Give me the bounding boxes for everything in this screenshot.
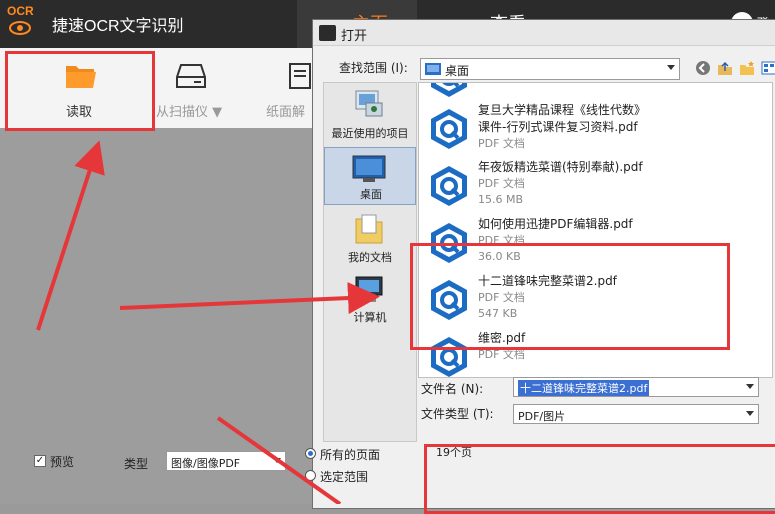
view-menu-icon[interactable] bbox=[761, 60, 775, 76]
type-label: 类型 bbox=[124, 457, 149, 471]
scanner-label: 从扫描仪 ▼ bbox=[156, 105, 223, 120]
my-documents-icon bbox=[355, 214, 383, 244]
lookin-label: 查找范围 (I): bbox=[339, 61, 408, 75]
paper-parse-label: 纸面解 bbox=[266, 105, 306, 120]
filename-input[interactable]: 十二道锋味完整菜谱2.pdf bbox=[513, 377, 759, 397]
back-icon[interactable] bbox=[695, 60, 711, 76]
file-item[interactable]: 年夜饭精选菜谱(特别奉献).pdf PDF 文档 15.6 MB bbox=[419, 158, 772, 215]
place-recent[interactable]: 最近使用的项目 bbox=[324, 85, 416, 143]
app-logo: OCR bbox=[7, 4, 34, 18]
place-desktop-label: 桌面 bbox=[360, 188, 382, 201]
dialog-title: 打开 bbox=[341, 29, 368, 44]
filetype-value: PDF/图片 bbox=[518, 410, 566, 423]
chevron-down-icon bbox=[667, 65, 675, 70]
computer-icon bbox=[355, 276, 383, 302]
chevron-down-icon bbox=[273, 458, 281, 463]
preview-label: 预览 bbox=[50, 455, 75, 469]
scanner-icon bbox=[176, 64, 206, 88]
file-size: 15.6 MB bbox=[478, 193, 524, 206]
filetype-dropdown[interactable]: PDF/图片 bbox=[513, 404, 759, 424]
type-dropdown[interactable]: 图像/图像PDF bbox=[166, 451, 286, 471]
filename-label: 文件名 (N): bbox=[421, 382, 484, 396]
desktop-icon bbox=[352, 155, 386, 182]
app-icon bbox=[319, 25, 336, 41]
radio-dot bbox=[308, 451, 313, 456]
file-item[interactable]: 复旦大学精品课程《线性代数》 课件-行列式课件复习资料.pdf PDF 文档 bbox=[419, 101, 772, 158]
preview-checkbox[interactable]: ✓ bbox=[34, 455, 46, 467]
file-name-line2: 课件-行列式课件复习资料.pdf bbox=[478, 120, 638, 134]
scanner-button[interactable]: 从扫描仪 ▼ bbox=[156, 52, 256, 130]
radio-page-range[interactable] bbox=[305, 470, 316, 481]
places-bar: 最近使用的项目 桌面 我的文档 计算机 bbox=[323, 82, 417, 442]
place-documents-label: 我的文档 bbox=[348, 251, 392, 264]
place-desktop[interactable]: 桌面 bbox=[324, 147, 416, 205]
place-computer[interactable]: 计算机 bbox=[324, 273, 416, 331]
place-recent-label: 最近使用的项目 bbox=[331, 127, 409, 140]
highlight-read-button bbox=[5, 51, 155, 131]
file-name: 复旦大学精品课程《线性代数》 bbox=[478, 103, 647, 117]
eye-icon bbox=[9, 21, 31, 35]
app-title: 捷速OCR文字识别 bbox=[52, 18, 184, 35]
new-folder-icon[interactable] bbox=[739, 60, 755, 76]
file-type: PDF 文档 bbox=[478, 177, 525, 190]
place-computer-label: 计算机 bbox=[353, 311, 387, 324]
highlight-selected-file bbox=[410, 243, 730, 350]
file-name: 如何使用迅捷PDF编辑器.pdf bbox=[478, 217, 633, 231]
type-value: 图像/图像PDF bbox=[171, 457, 241, 470]
chevron-down-icon bbox=[746, 411, 754, 416]
desktop-icon bbox=[425, 63, 441, 75]
radio-all-pages[interactable] bbox=[305, 448, 316, 459]
pdf-file-icon bbox=[431, 83, 467, 97]
filename-value: 十二道锋味完整菜谱2.pdf bbox=[518, 380, 650, 396]
document-icon bbox=[289, 63, 311, 89]
up-folder-icon[interactable] bbox=[717, 60, 733, 76]
lookin-value: 桌面 bbox=[445, 64, 470, 78]
radio-page-range-label: 选定范围 bbox=[320, 470, 369, 484]
chevron-down-icon[interactable] bbox=[746, 384, 754, 389]
radio-all-pages-label: 所有的页面 bbox=[320, 448, 381, 462]
place-documents[interactable]: 我的文档 bbox=[324, 209, 416, 267]
file-name: 年夜饭精选菜谱(特别奉献).pdf bbox=[478, 160, 643, 174]
lookin-dropdown[interactable]: 桌面 bbox=[420, 58, 680, 80]
recent-items-icon bbox=[355, 90, 383, 117]
dialog-titlebar bbox=[313, 20, 775, 46]
filetype-label: 文件类型 (T): bbox=[421, 407, 494, 421]
pdf-file-icon bbox=[431, 109, 467, 149]
pdf-file-icon bbox=[431, 166, 467, 206]
file-type: PDF 文档 bbox=[478, 137, 525, 150]
